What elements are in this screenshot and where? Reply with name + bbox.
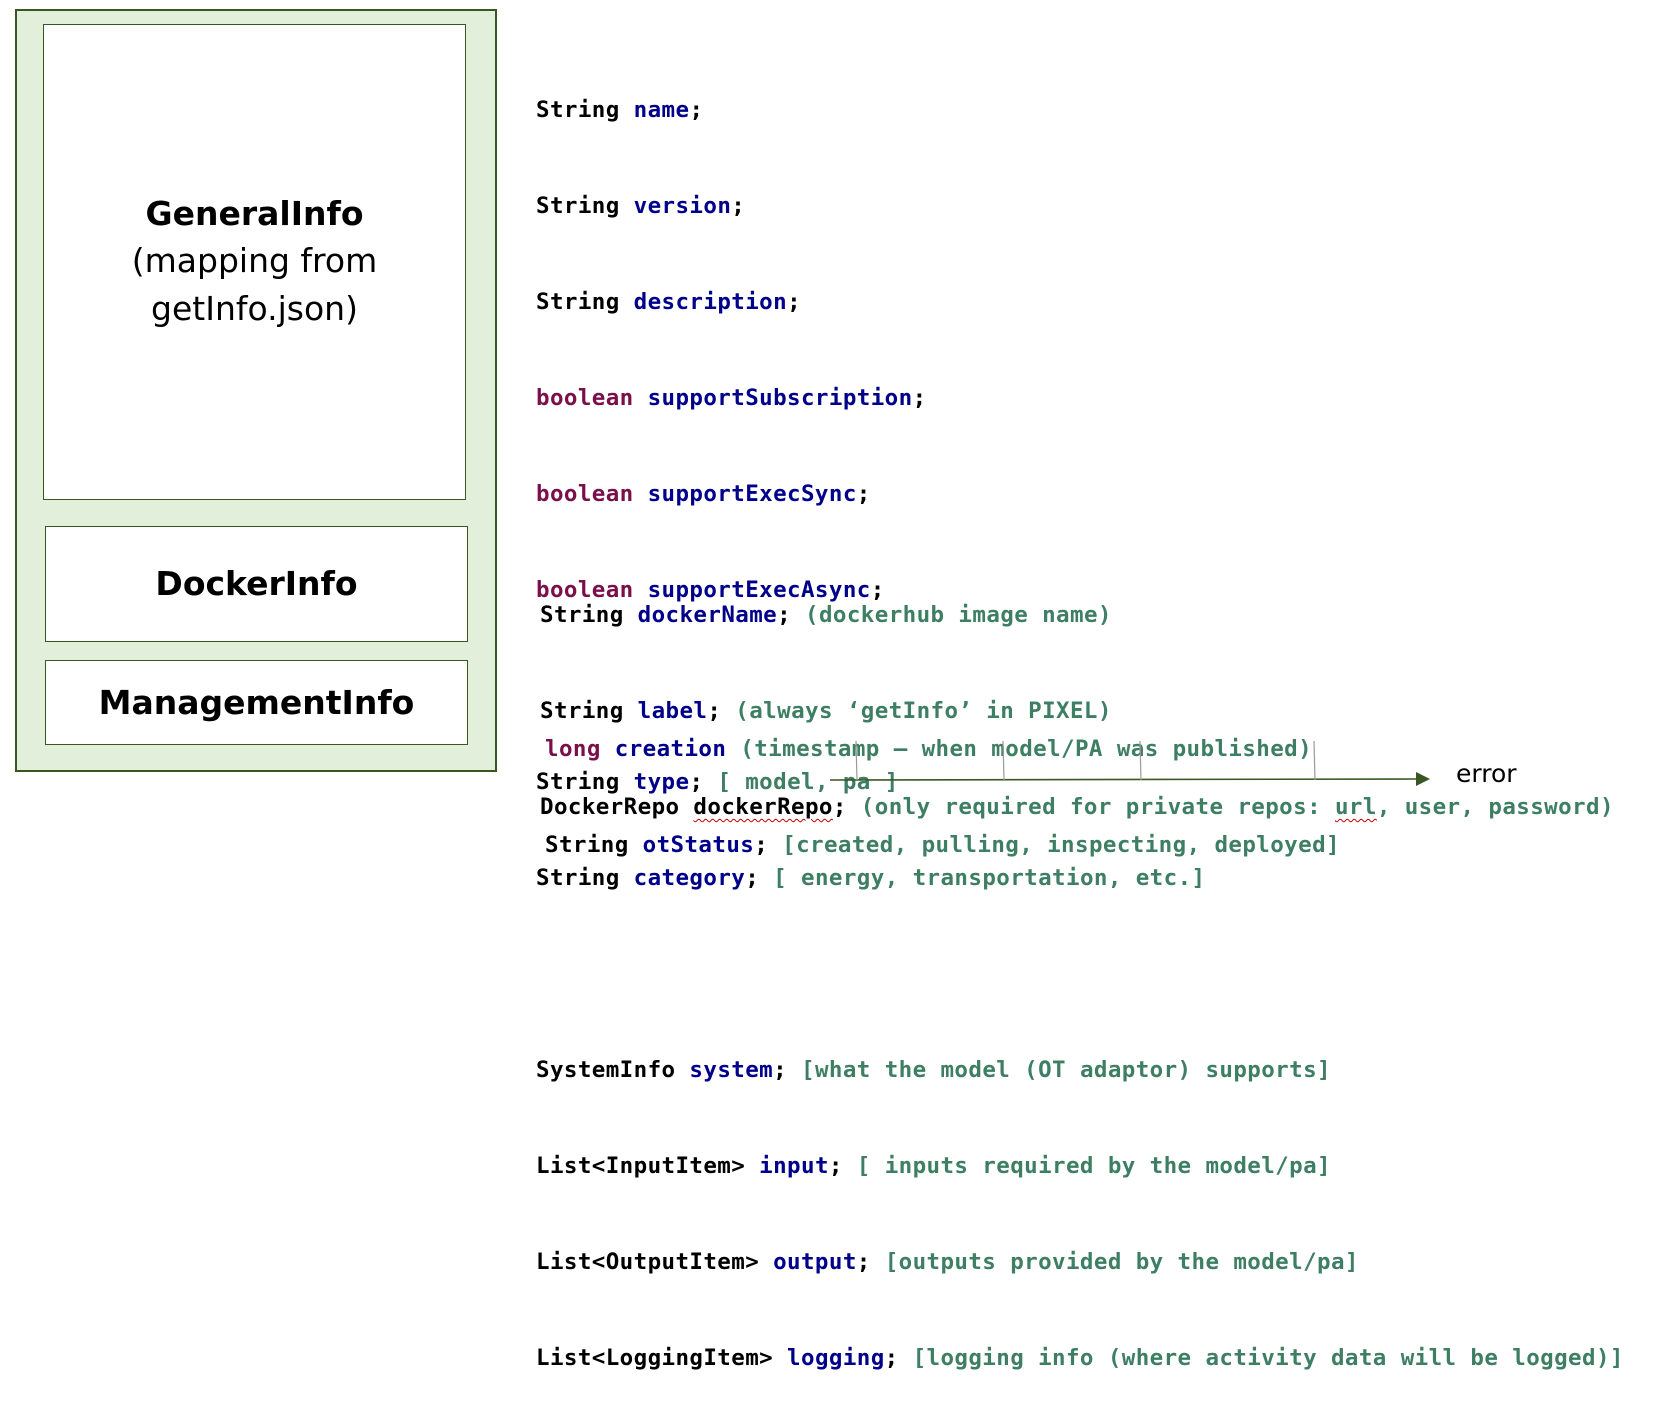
field-name: output xyxy=(773,1249,857,1275)
field-type: SystemInfo xyxy=(536,1057,676,1083)
status-timeline xyxy=(829,740,1430,786)
code-line: List<InputItem> input; [ inputs required… xyxy=(536,1150,1624,1182)
timeline-arrowhead xyxy=(1416,772,1430,786)
field-comment: [outputs provided by the model/pa] xyxy=(884,1249,1359,1275)
field-type: String xyxy=(545,832,629,858)
field-name: input xyxy=(759,1153,829,1179)
field-name: logging xyxy=(787,1345,885,1371)
timeline-end-label: error xyxy=(1456,759,1517,788)
field-type: List<LoggingItem> xyxy=(536,1345,774,1371)
field-comment: , user, password) xyxy=(1376,794,1614,820)
timeline-tick xyxy=(1313,740,1316,781)
code-line: String otStatus; [created, pulling, insp… xyxy=(545,829,1340,861)
code-line: List<LoggingItem> logging; [logging info… xyxy=(536,1342,1624,1374)
field-comment: [logging info (where activity data will … xyxy=(912,1345,1624,1371)
code-line: SystemInfo system; [what the model (OT a… xyxy=(536,1054,1624,1086)
punct: ; xyxy=(828,1153,843,1179)
punct: ; xyxy=(773,1057,788,1083)
field-comment-url: url xyxy=(1334,794,1377,820)
timeline-tick xyxy=(1139,740,1142,781)
field-comment: [created, pulling, inspecting, deployed] xyxy=(782,832,1340,858)
field-name: otStatus xyxy=(642,832,755,858)
punct: ; xyxy=(884,1345,899,1371)
code-line: List<OutputItem> output; [outputs provid… xyxy=(536,1246,1624,1278)
punct: ; xyxy=(754,832,769,858)
field-name: system xyxy=(689,1057,774,1083)
field-comment: [what the model (OT adaptor) supports] xyxy=(801,1057,1331,1083)
field-comment: [ inputs required by the model/pa] xyxy=(856,1153,1331,1179)
timeline-axis xyxy=(829,778,1417,781)
timeline-tick xyxy=(1002,740,1005,781)
timeline-tick xyxy=(855,740,858,781)
punct: ; xyxy=(856,1249,871,1275)
field-type: List<InputItem> xyxy=(536,1153,746,1179)
field-type: List<OutputItem> xyxy=(536,1249,760,1275)
